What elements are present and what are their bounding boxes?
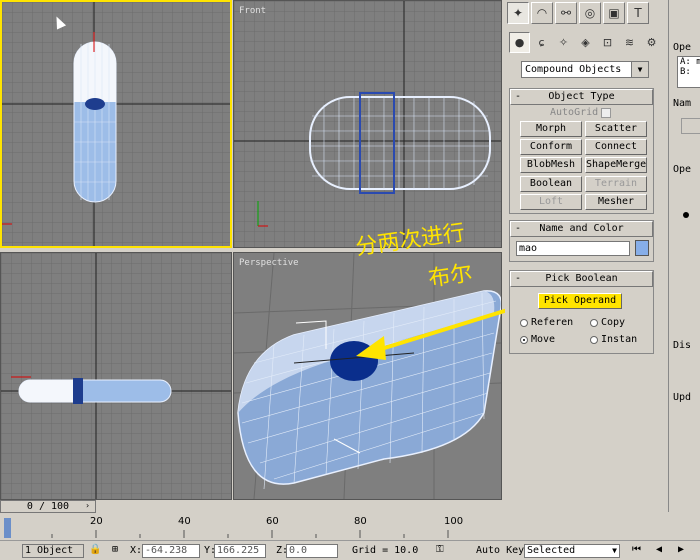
operands-list[interactable]: A: m B: <box>677 56 700 88</box>
connect-button[interactable]: Connect <box>585 139 647 155</box>
systems-icon[interactable]: ⚙ <box>641 32 662 53</box>
move-radio[interactable]: Move <box>520 334 555 345</box>
update-label: Upd <box>673 392 692 403</box>
scatter-button[interactable]: Scatter <box>585 121 647 137</box>
display-icon[interactable]: ▣ <box>603 2 625 24</box>
rollout-pick-boolean: - Pick Boolean Pick Operand Referen Copy… <box>509 270 654 354</box>
grid-readout: Grid = 10.0 <box>352 545 419 556</box>
radio-dot <box>520 335 528 344</box>
copy-radio[interactable]: Copy <box>590 317 625 328</box>
track-bar[interactable]: 20 40 60 80 100 <box>0 514 700 540</box>
x-coordinate-field[interactable]: -64.238 <box>142 544 200 558</box>
ruler-tick-20: 20 <box>90 516 103 527</box>
blobmesh-button[interactable]: BlobMesh <box>520 157 582 173</box>
left-grid <box>1 253 231 499</box>
create-icon[interactable]: ✦ <box>507 2 529 24</box>
conform-button[interactable]: Conform <box>520 139 582 155</box>
rollout-header-name-color[interactable]: - Name and Color <box>510 221 653 237</box>
operand-b: B: <box>680 67 691 77</box>
radio-dot <box>590 335 598 344</box>
display-label: Dis <box>673 340 692 351</box>
ruler-tick-100: 100 <box>444 516 464 527</box>
cameras-icon[interactable]: ◈ <box>575 32 596 53</box>
shapes-icon[interactable]: ɕ <box>531 32 552 53</box>
rollout-header-pick-boolean[interactable]: - Pick Boolean <box>510 271 653 287</box>
perspective-scene <box>234 253 501 499</box>
spacewarps-icon[interactable]: ≋ <box>619 32 640 53</box>
ruler-tick-40: 40 <box>178 516 191 527</box>
auto-key-button[interactable]: Auto Key <box>476 545 524 556</box>
viewport-top[interactable] <box>0 0 232 248</box>
viewport-label-perspective: Perspective <box>239 258 299 268</box>
z-coordinate-field[interactable]: 0.0 <box>286 544 338 558</box>
modify-icon[interactable]: ◠ <box>531 2 553 24</box>
utilities-icon[interactable]: T <box>627 2 649 24</box>
morph-button[interactable]: Morph <box>520 121 582 137</box>
play-icon[interactable]: ▶ <box>678 544 684 555</box>
helpers-icon[interactable]: ⊡ <box>597 32 618 53</box>
instance-radio[interactable]: Instan <box>590 334 637 345</box>
parameters-panel-partial: Ope A: m B: Nam Ope Dis Upd <box>668 0 700 512</box>
category-dropdown[interactable]: Compound Objects ▼ <box>521 61 649 78</box>
time-marker <box>4 518 11 538</box>
hierarchy-icon[interactable]: ⚯ <box>555 2 577 24</box>
geometry-icon[interactable]: ● <box>509 32 530 53</box>
selection-count: 1 Object <box>22 544 84 558</box>
ruler-tick-80: 80 <box>354 516 367 527</box>
goto-start-icon[interactable]: ⏮ <box>632 544 641 555</box>
time-slider[interactable]: 0 / 100 <box>0 500 96 513</box>
lights-icon[interactable]: ✧ <box>553 32 574 53</box>
prev-frame-icon[interactable]: ◀ <box>656 544 662 555</box>
y-coordinate-field[interactable]: 166.225 <box>214 544 266 558</box>
radio-dot <box>590 318 598 327</box>
track-ruler <box>4 518 449 538</box>
command-panel-tabs: ✦ ◠ ⚯ ◎ ▣ T <box>505 2 667 28</box>
ruler-tick-60: 60 <box>266 516 279 527</box>
viewport-front[interactable]: Front <box>233 0 502 248</box>
name-label: Nam <box>673 98 692 109</box>
object-color-swatch[interactable] <box>635 240 649 256</box>
mesher-button[interactable]: Mesher <box>585 194 647 210</box>
key-filter-dropdown[interactable]: Selected ▼ <box>524 544 620 558</box>
rollout-header-object-type[interactable]: - Object Type <box>510 89 653 105</box>
operand-a: A: m <box>680 57 700 67</box>
terrain-button[interactable]: Terrain <box>585 176 647 192</box>
x-label: X: <box>130 545 143 556</box>
shapemerge-button[interactable]: ShapeMerge <box>585 157 647 173</box>
operation-radio-selected[interactable] <box>683 212 689 218</box>
chevron-down-icon: ▼ <box>631 62 648 77</box>
checkbox-box <box>601 107 612 118</box>
viewport-left[interactable] <box>0 252 232 500</box>
extract-button[interactable] <box>681 118 700 134</box>
absolute-mode-icon[interactable]: ⊞ <box>112 544 118 555</box>
pick-operand-button[interactable]: Pick Operand <box>538 293 622 309</box>
annotation-text-line2: 布尔 <box>426 261 474 292</box>
rollout-name-color: - Name and Color mao <box>509 220 654 262</box>
front-grid <box>234 1 501 247</box>
operands-label: Ope <box>673 42 692 53</box>
create-subtabs: ● ɕ ✧ ◈ ⊡ ≋ ⚙ <box>509 32 662 53</box>
loft-button[interactable]: Loft <box>520 194 582 210</box>
status-bar: 1 Object 🔒 ⊞ X: -64.238 Y: 166.225 Z: 0.… <box>0 540 700 560</box>
time-slider-bar: 0 / 100 › <box>0 500 502 514</box>
reference-radio[interactable]: Referen <box>520 317 573 328</box>
autogrid-checkbox[interactable]: AutoGrid <box>550 107 612 118</box>
object-name-field[interactable]: mao <box>516 241 630 256</box>
rollout-object-type: - Object Type AutoGrid Morph Scatter Con… <box>509 88 654 214</box>
operation-label: Ope <box>673 164 692 175</box>
viewport-label-front: Front <box>239 6 267 16</box>
key-icon[interactable]: ⚿ <box>436 544 444 555</box>
motion-icon[interactable]: ◎ <box>579 2 601 24</box>
radio-dot <box>520 318 528 327</box>
viewport-perspective[interactable]: Perspective <box>233 252 502 500</box>
lock-icon[interactable]: 🔒 <box>89 544 101 555</box>
boolean-button[interactable]: Boolean <box>520 176 582 192</box>
time-slider-next[interactable]: › <box>86 501 96 512</box>
chevron-down-icon: ▼ <box>612 546 617 555</box>
top-grid <box>2 2 230 246</box>
command-panel: ✦ ◠ ⚯ ◎ ▣ T ● ɕ ✧ ◈ ⊡ ≋ ⚙ Compound Objec… <box>505 0 665 512</box>
